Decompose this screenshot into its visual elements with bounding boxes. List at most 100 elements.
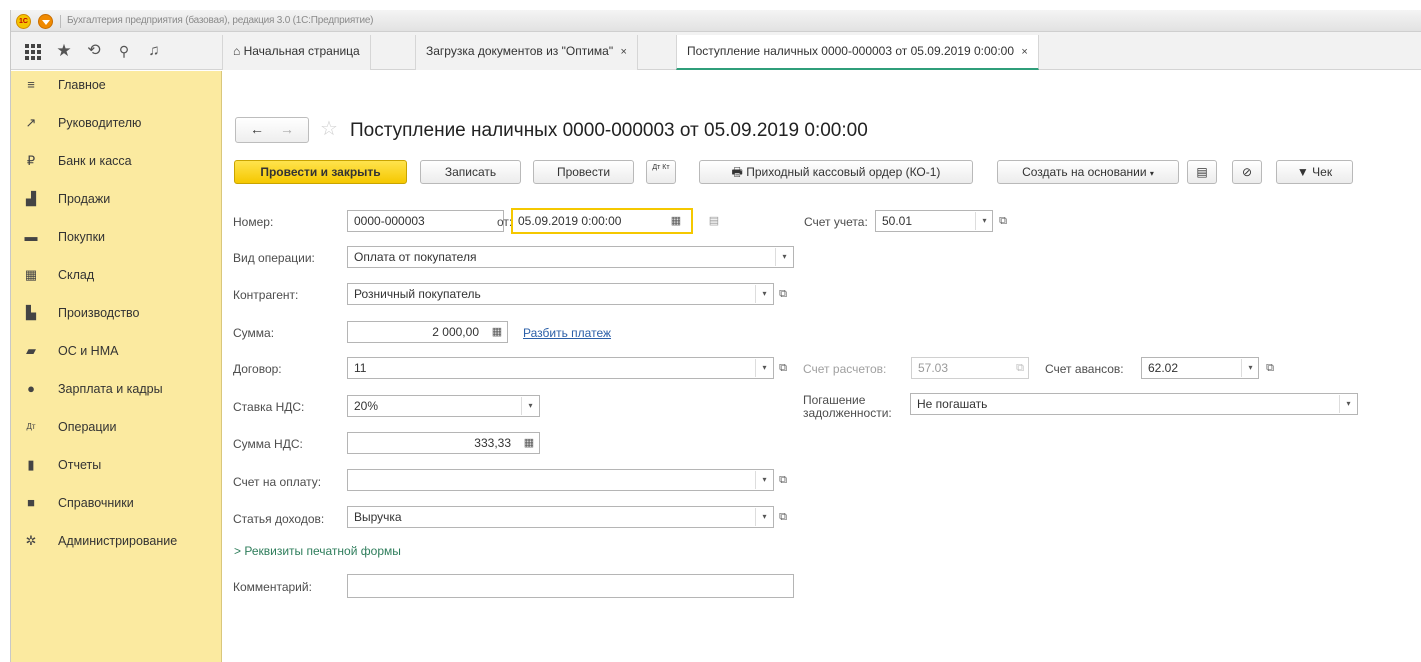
close-icon[interactable]: × xyxy=(620,46,626,58)
contract-open-icon[interactable]: ⧉ xyxy=(774,357,792,379)
history-icon[interactable]: ⟲ xyxy=(84,41,104,61)
comment-field[interactable] xyxy=(347,574,794,598)
sidebar-item-catalogs[interactable]: ■ Справочники xyxy=(11,489,222,519)
tab-cash-receipt[interactable]: Поступление наличных 0000-000003 от 05.0… xyxy=(676,35,1039,70)
date-label: от: xyxy=(497,215,513,229)
coin-icon: ₽ xyxy=(26,153,36,168)
title-bar: 1С Бухгалтерия предприятия (базовая), ре… xyxy=(11,10,1421,32)
operation-dropdown-icon[interactable]: ▾ xyxy=(775,248,793,266)
operation-select[interactable]: Оплата от покупателя xyxy=(347,246,794,268)
income-dropdown-icon[interactable]: ▾ xyxy=(755,508,773,526)
print-pko-label: Приходный кассовый ордер (КО-1) xyxy=(746,165,941,179)
account-label: Счет учета: xyxy=(804,215,868,229)
date-field[interactable]: 05.09.2019 0:00:00 xyxy=(511,208,693,234)
back-button[interactable]: ← xyxy=(250,121,264,137)
apps-grid-icon[interactable] xyxy=(23,41,43,61)
sidebar-item-admin[interactable]: ✲ Администрирование xyxy=(11,527,222,557)
account-open-icon[interactable]: ⧉ xyxy=(994,210,1012,232)
debt-repayment-select[interactable]: Не погашать xyxy=(910,393,1358,415)
gear-icon: ✲ xyxy=(25,533,37,548)
app-window: 1С Бухгалтерия предприятия (базовая), ре… xyxy=(10,10,1421,662)
sidebar-item-purchases[interactable]: ▬ Покупки xyxy=(11,223,222,253)
advance-dropdown-icon[interactable]: ▾ xyxy=(1241,359,1259,377)
save-button[interactable]: Записать xyxy=(420,160,521,184)
vat-rate-select[interactable]: 20% xyxy=(347,395,540,417)
invoice-open-icon[interactable]: ⧉ xyxy=(774,469,792,491)
sidebar-item-production[interactable]: ▙ Производство xyxy=(11,299,222,329)
search-icon[interactable]: ⚲ xyxy=(114,41,134,61)
sidebar-item-operations[interactable]: Дт Операции xyxy=(11,413,222,443)
chevron-down-icon: ▾ xyxy=(1149,169,1154,178)
post-button[interactable]: Провести xyxy=(533,160,634,184)
counterparty-field[interactable]: Розничный покупатель xyxy=(347,283,774,305)
receipt-button[interactable]: ▼ Чек xyxy=(1276,160,1353,184)
invoice-dropdown-icon[interactable]: ▾ xyxy=(755,471,773,489)
income-label: Статья доходов: xyxy=(233,512,325,526)
attach-button[interactable]: ⊘ xyxy=(1232,160,1262,184)
create-based-button[interactable]: Создать на основании ▾ xyxy=(997,160,1179,184)
counterparty-dropdown-icon[interactable]: ▾ xyxy=(755,285,773,303)
sidebar-item-main[interactable]: ≡ Главное xyxy=(11,71,222,101)
star-icon[interactable]: ★ xyxy=(54,41,74,61)
income-open-icon[interactable]: ⧉ xyxy=(774,506,792,528)
paperclip-icon: ⊘ xyxy=(1241,165,1253,179)
tab-home[interactable]: ⌂ Начальная страница xyxy=(222,35,371,70)
sidebar-item-label: ОС и НМА xyxy=(58,344,119,358)
sidebar-item-label: Отчеты xyxy=(58,458,102,472)
sidebar-item-label: Администрирование xyxy=(58,534,178,548)
account-dropdown-icon[interactable]: ▾ xyxy=(975,212,993,230)
home-icon: ⌂ xyxy=(233,44,241,58)
debt-dropdown-icon[interactable]: ▾ xyxy=(1339,395,1357,413)
comment-label: Комментарий: xyxy=(233,580,312,594)
close-icon[interactable]: × xyxy=(1021,46,1027,58)
report-icon: ▤ xyxy=(1196,165,1208,179)
report-structure-button[interactable]: ▤ xyxy=(1187,160,1217,184)
sidebar-item-warehouse[interactable]: ▦ Склад xyxy=(11,261,222,291)
calculator-icon[interactable]: ▦ xyxy=(489,324,505,340)
number-field[interactable]: 0000-000003 xyxy=(347,210,504,232)
trend-icon: ↗ xyxy=(25,115,37,130)
invoice-field[interactable] xyxy=(347,469,774,491)
contract-field[interactable]: 11 xyxy=(347,357,774,379)
main-menu-button[interactable] xyxy=(38,14,53,29)
bar-chart-icon: ▮ xyxy=(27,457,35,472)
warehouse-icon: ▦ xyxy=(24,267,38,282)
vat-sum-field[interactable]: 333,33 xyxy=(347,432,540,454)
sidebar-item-salary[interactable]: ● Зарплата и кадры xyxy=(11,375,222,405)
favorite-star-icon[interactable]: ☆ xyxy=(320,116,338,141)
income-field[interactable]: Выручка xyxy=(347,506,774,528)
vat-rate-dropdown-icon[interactable]: ▾ xyxy=(521,397,539,415)
tab-optima-import[interactable]: Загрузка документов из "Оптима" × xyxy=(415,35,638,70)
invoice-label: Счет на оплату: xyxy=(233,475,322,489)
sidebar-item-label: Операции xyxy=(58,420,117,434)
top-panel: ★ ⟲ ⚲ ♫ ⌂ Начальная страница Загрузка до… xyxy=(11,32,1421,70)
print-pko-button[interactable]: 🖶 Приходный кассовый ордер (КО-1) xyxy=(699,160,973,184)
chevron-right-icon: > xyxy=(234,544,242,558)
tab-cash-receipt-label: Поступление наличных 0000-000003 от 05.0… xyxy=(687,44,1015,58)
notes-icon[interactable]: ▤ xyxy=(706,213,722,229)
advance-open-icon[interactable]: ⧉ xyxy=(1261,357,1279,379)
bell-icon[interactable]: ♫ xyxy=(144,41,164,61)
contract-dropdown-icon[interactable]: ▾ xyxy=(755,359,773,377)
counterparty-open-icon[interactable]: ⧉ xyxy=(774,283,792,305)
split-payment-link[interactable]: Разбить платеж xyxy=(523,326,611,340)
sidebar: ≡ Главное ↗ Руководителю ₽ Банк и касса … xyxy=(11,71,222,662)
forward-button[interactable]: → xyxy=(280,121,294,137)
sidebar-item-sales[interactable]: ▟ Продажи xyxy=(11,185,222,215)
printer-icon: 🖶 xyxy=(731,165,743,179)
book-icon: ■ xyxy=(27,495,35,510)
contract-label: Договор: xyxy=(233,362,282,376)
dt-kt-button[interactable]: Дт Кт xyxy=(646,160,676,184)
calendar-icon[interactable]: ▦ xyxy=(668,213,684,229)
print-details-toggle[interactable]: > Реквизиты печатной формы xyxy=(234,544,401,558)
calculator-icon[interactable]: ▦ xyxy=(521,435,537,451)
sidebar-item-bank[interactable]: ₽ Банк и касса xyxy=(11,147,222,177)
cart-icon: ▬ xyxy=(24,229,38,244)
sidebar-item-reports[interactable]: ▮ Отчеты xyxy=(11,451,222,481)
sum-field[interactable]: 2 000,00 xyxy=(347,321,508,343)
dt-kt-icon: Дт xyxy=(26,422,36,431)
vat-rate-label: Ставка НДС: xyxy=(233,400,305,414)
post-and-close-button[interactable]: Провести и закрыть xyxy=(234,160,407,184)
sidebar-item-manager[interactable]: ↗ Руководителю xyxy=(11,109,222,139)
sidebar-item-fixed-assets[interactable]: ▰ ОС и НМА xyxy=(11,337,222,367)
